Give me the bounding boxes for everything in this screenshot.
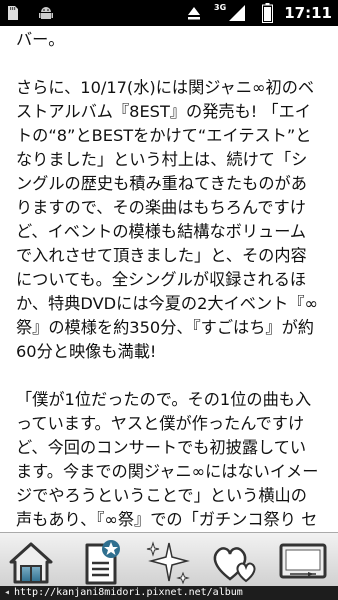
bottom-toolbar (0, 532, 338, 589)
article-paragraph: 「僕が1位だったので。その1位の曲も入っています。ヤスと僕が作ったんですけど、今… (16, 390, 319, 529)
sd-card-icon (8, 6, 18, 20)
like-button[interactable] (210, 537, 260, 587)
sparkle-icon (146, 541, 190, 585)
network-type: 3G (214, 3, 227, 12)
hearts-icon (213, 547, 256, 583)
clock: 17:11 (284, 4, 332, 22)
url-text: http://kanjani8midori.pixnet.net/album (14, 587, 243, 598)
article-paragraph: さらに、10/17(水)には関ジャニ∞初のベストアルバム『8EST』の発売も! … (16, 78, 318, 361)
article-paragraph: バー。 (16, 30, 65, 49)
home-icon (9, 542, 53, 584)
document-star-icon (85, 540, 120, 585)
screen-button[interactable] (278, 537, 328, 587)
favorite-page-button[interactable] (76, 537, 126, 587)
status-bar: 3G 17:11 (0, 0, 338, 26)
url-bar[interactable]: ◂ http://kanjani8midori.pixnet.net/album (0, 586, 338, 600)
screen-icon (279, 543, 327, 579)
home-button[interactable] (6, 537, 56, 587)
eject-icon (188, 7, 200, 20)
signal-icon (229, 5, 245, 21)
android-debug-icon (39, 7, 53, 19)
back-arrow-icon[interactable]: ◂ (0, 586, 14, 600)
sparkle-button[interactable] (142, 537, 192, 587)
article-body: バー。 さらに、10/17(水)には関ジャニ∞初のベストアルバム『8EST』の発… (16, 28, 322, 534)
battery-icon (262, 3, 273, 23)
